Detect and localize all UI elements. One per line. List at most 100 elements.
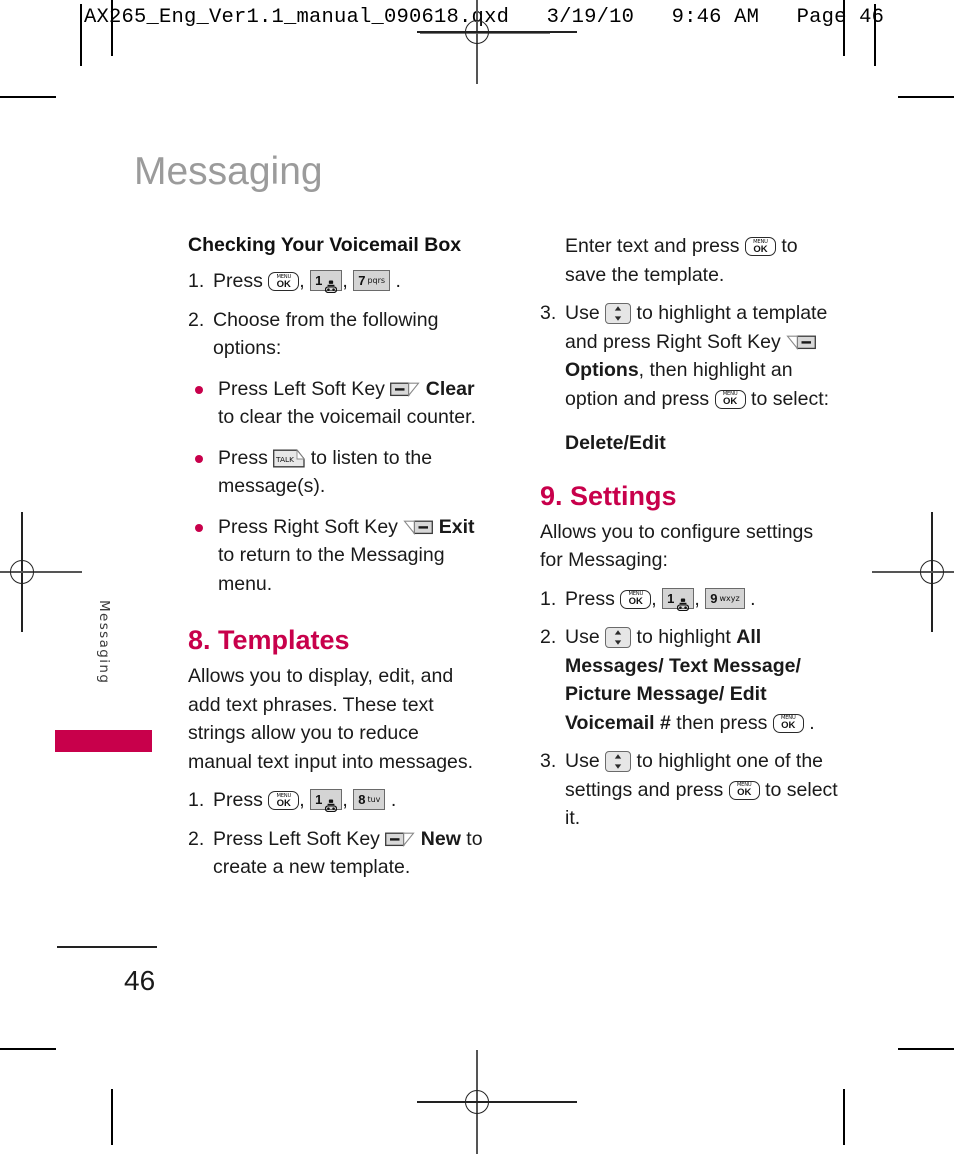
bullet-dot-icon: [195, 523, 203, 532]
crop-mark-top-left-h: [0, 96, 56, 98]
number-key-7-icon: 7 pqrs: [353, 270, 391, 291]
bullet-dot-icon: [195, 454, 203, 463]
step-number: 2.: [540, 626, 557, 648]
bullet-text-after: to clear the voicemail counter.: [218, 406, 476, 428]
continued-text: Enter text and press: [565, 235, 740, 257]
number-key-9-icon: 9 wxyz: [705, 587, 745, 609]
crop-mark-top-left-v: [111, 0, 113, 56]
left-soft-key-icon: [390, 378, 420, 397]
bullet-bold-label: Exit: [438, 515, 475, 538]
step-bold-label: New: [420, 827, 461, 850]
continued-step-text: Enter text and press MENU OK to save the…: [540, 232, 840, 289]
list-item-exit: Press Right Soft Key Exit to return to t…: [188, 513, 488, 599]
navigation-up-down-key-icon: [605, 627, 632, 648]
option-delete-edit: Delete/Edit: [565, 432, 666, 454]
navigation-up-down-key-icon: [605, 751, 632, 772]
left-column: Checking Your Voicemail Box 1. Press MEN…: [188, 232, 488, 882]
comma-separator: ,: [299, 270, 305, 292]
registration-mark-top: [417, 0, 577, 84]
step-text-part3: to select:: [751, 387, 830, 410]
section-heading-settings: 9. Settings: [540, 480, 677, 511]
step-number: 1.: [188, 789, 205, 811]
crop-mark-bottom-right-v: [843, 1089, 845, 1145]
period: .: [390, 789, 397, 811]
right-soft-key-icon: [786, 331, 817, 350]
period: .: [809, 711, 815, 734]
step-press-keys-voicemail: 1. Press MENU OK , 1 , 7 pqrs .: [188, 267, 488, 296]
registration-mark-left: [0, 512, 82, 632]
step-press-keys-settings: 1. Press MENU OK , 1 , 9 wxyz .: [540, 585, 840, 614]
step-use-label: Use: [565, 302, 600, 324]
right-soft-key-icon: [403, 516, 434, 535]
bullet-dot-icon: [195, 385, 203, 394]
step-number: 2.: [188, 827, 205, 850]
svg-text:TALK: TALK: [275, 455, 294, 464]
page-title: Messaging: [134, 150, 323, 193]
crop-mark-bottom-right-h: [898, 1048, 954, 1050]
step-highlight-message-types: 2. Use to highlight All Messages/ Text M…: [540, 623, 840, 737]
comma-separator: ,: [342, 270, 348, 292]
left-soft-key-icon: [385, 828, 415, 847]
step-number: 2.: [188, 308, 205, 331]
step-press-left-soft-key-new: 2. Press Left Soft Key New to create a n…: [188, 825, 488, 882]
menu-ok-key-icon: MENU OK: [620, 589, 652, 609]
section-heading-templates: 8. Templates: [188, 625, 350, 655]
subheading-checking-voicemail: Checking Your Voicemail Box: [188, 234, 462, 256]
bullet-text-before: Press Right Soft Key: [218, 515, 398, 538]
step-number: 3.: [540, 750, 557, 772]
step-text: Press: [213, 270, 263, 292]
crop-mark-top-right-h: [898, 96, 954, 98]
step-highlight-template-options: 3. Use to highlight a template and press…: [540, 299, 840, 458]
period: .: [395, 270, 401, 292]
navigation-up-down-key-icon: [605, 303, 632, 324]
step-bold-options: Options: [565, 359, 639, 381]
slug-rule-left: [80, 4, 82, 66]
section-lead-settings: Allows you to configure settings for Mes…: [540, 520, 814, 572]
page-number: 46: [124, 965, 156, 996]
menu-ok-key-icon: MENU OK: [268, 272, 300, 291]
list-item-talk: Press TALK to listen to the message(s).: [188, 444, 488, 501]
step-number: 1.: [540, 587, 557, 610]
bullet-bold-label: Clear: [425, 377, 475, 400]
step-text-part2: then press: [676, 711, 768, 734]
registration-mark-right: [872, 512, 954, 632]
step-text: Press: [213, 789, 263, 811]
section-lead-templates: Allows you to display, edit, and add tex…: [188, 665, 474, 773]
step-number: 1.: [188, 270, 205, 292]
menu-ok-key-icon: MENU OK: [744, 237, 776, 256]
step-choose-options: 2. Choose from the following options:: [188, 306, 488, 363]
number-key-8-icon: 8 tuv: [353, 789, 386, 810]
registration-mark-bottom: [417, 1050, 577, 1154]
talk-key-icon: TALK: [273, 448, 306, 467]
bullet-text-after: to return to the Messaging menu.: [218, 544, 445, 595]
step-key-label: Key: [747, 330, 781, 353]
number-key-1-icon: 1: [310, 270, 343, 294]
step-text: Choose from the following options:: [213, 308, 439, 360]
menu-ok-key-icon: MENU OK: [772, 713, 804, 733]
step-highlight-setting-select: 3. Use to highlight one of the settings …: [540, 747, 840, 833]
menu-ok-key-icon: MENU OK: [268, 791, 300, 810]
step-text: Press: [565, 587, 615, 610]
list-item-clear: Press Left Soft Key Clear to clear the v…: [188, 375, 488, 432]
right-column: Enter text and press MENU OK to save the…: [540, 232, 840, 833]
step-press-keys-templates: 1. Press MENU OK , 1 , 8 tuv .: [188, 786, 488, 815]
side-tab-label: Messaging: [96, 600, 112, 685]
step-number: 3.: [540, 302, 557, 324]
step-text-part1: to highlight: [636, 626, 731, 648]
crop-mark-bottom-left-h: [0, 1048, 56, 1050]
side-tab-bar: [55, 730, 152, 752]
crop-mark-bottom-left-v: [111, 1089, 113, 1145]
footer-rule: [57, 946, 157, 948]
slug-rule-right: [874, 4, 876, 66]
period: .: [750, 587, 756, 610]
bullet-text-before: Press Left Soft Key: [218, 377, 385, 400]
number-key-1-icon: 1: [662, 587, 695, 611]
step-text-before: Press Left Soft Key: [213, 827, 380, 850]
menu-ok-key-icon: MENU OK: [728, 780, 760, 800]
step-use-label: Use: [565, 626, 600, 648]
menu-ok-key-icon: MENU OK: [714, 389, 746, 409]
bullet-text-before: Press: [218, 446, 268, 469]
step-use-label: Use: [565, 750, 600, 772]
number-key-1-icon: 1: [310, 789, 343, 813]
crop-mark-top-right-v: [843, 0, 845, 56]
